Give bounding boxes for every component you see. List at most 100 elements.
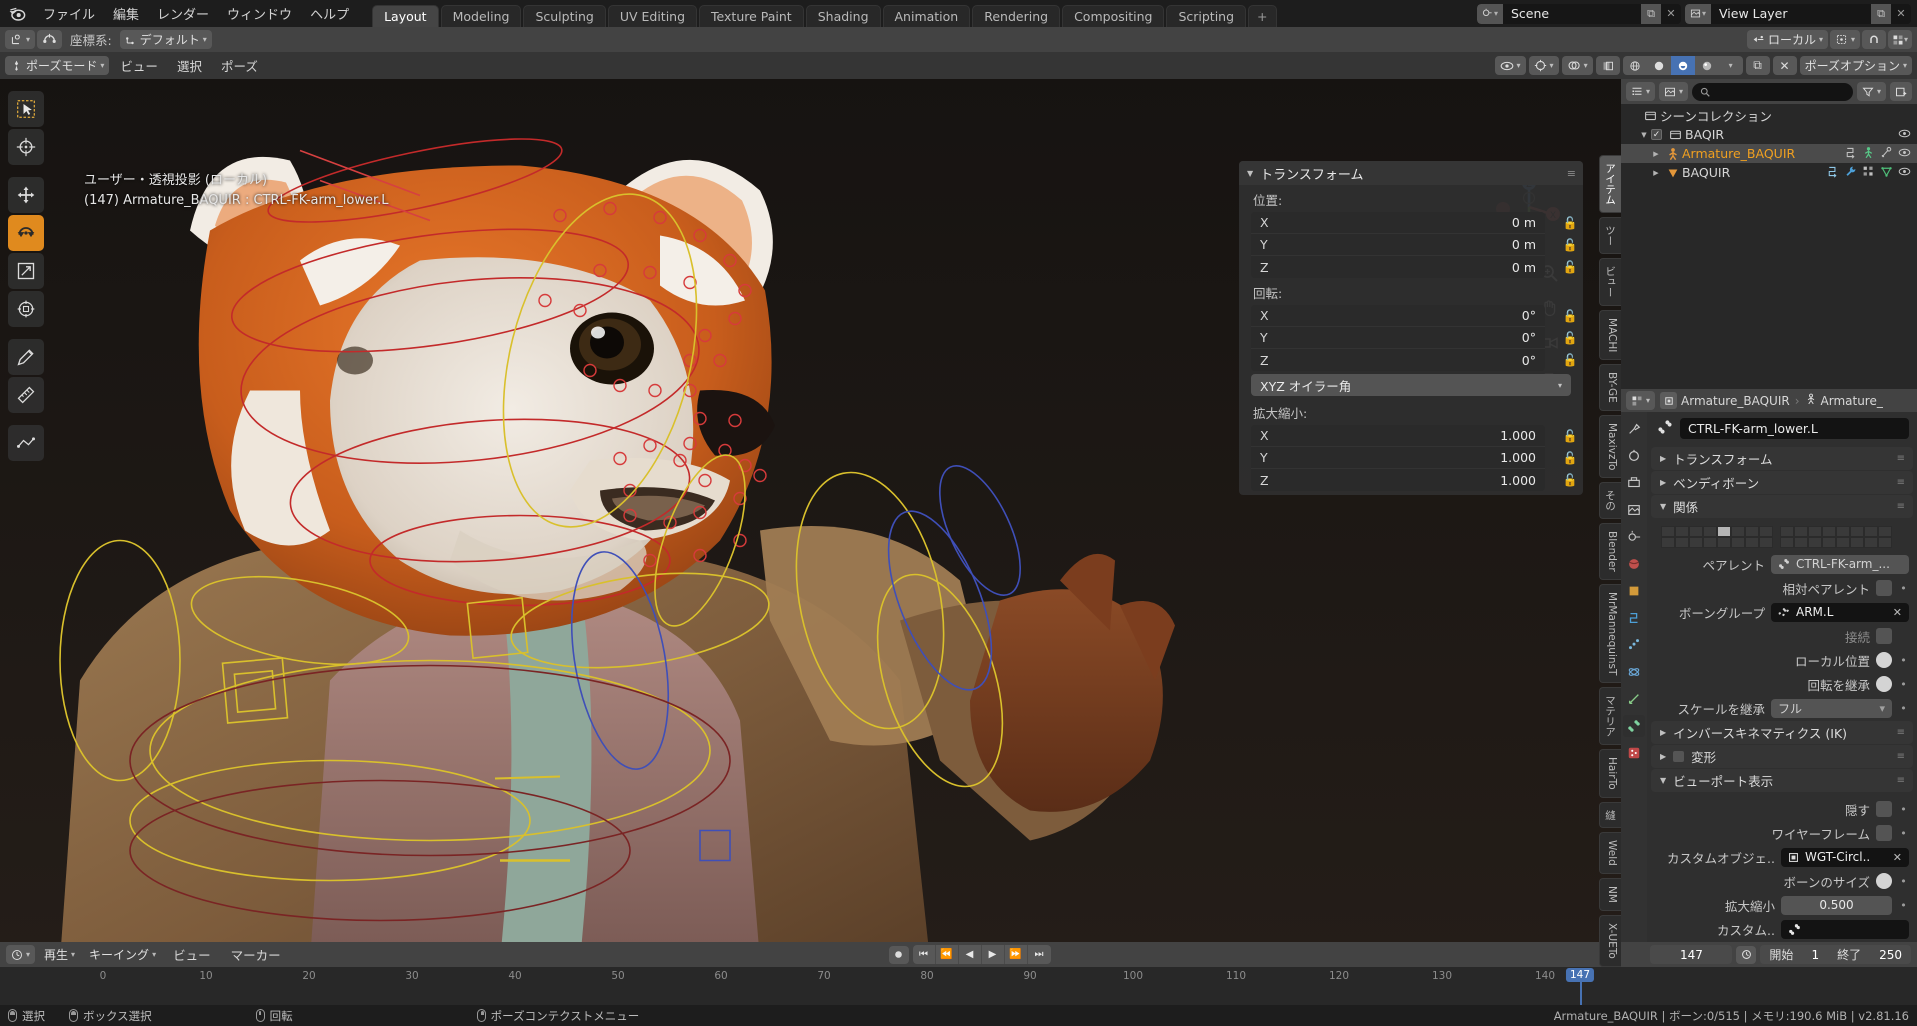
pose-copy-icon[interactable]: ⧉ <box>1745 56 1770 75</box>
lock-scale-z-icon[interactable]: 🔓 <box>1557 469 1583 491</box>
custom-object-field[interactable]: WGT-Circl.. ✕ <box>1781 847 1909 867</box>
bone-layer-cell[interactable] <box>1745 537 1759 549</box>
bone-layer-cell-active[interactable] <box>1717 526 1731 538</box>
scale-z-field[interactable]: Z 1.000 <box>1251 469 1545 491</box>
properties-tab-world[interactable] <box>1623 553 1645 575</box>
deform-checkbox[interactable] <box>1673 751 1685 763</box>
properties-tab-constraints[interactable] <box>1623 688 1645 710</box>
shading-mode-group[interactable]: ▾ <box>1622 56 1743 75</box>
jump-to-end-button[interactable]: ⏭ <box>1028 945 1051 964</box>
clear-bone-group-icon[interactable]: ✕ <box>1893 606 1902 619</box>
bone-layer-cell[interactable] <box>1794 537 1808 549</box>
bone-layer-cell[interactable] <box>1745 526 1759 538</box>
bone-layer-cell[interactable] <box>1836 537 1850 549</box>
workspace-tab-rendering[interactable]: Rendering <box>972 5 1061 27</box>
bone-layer-cell[interactable] <box>1780 537 1794 549</box>
outliner-row-mesh[interactable]: ▶ BAQUIR <box>1621 163 1917 182</box>
outliner-row-scene-collection[interactable]: シーンコレクション <box>1621 106 1917 125</box>
n-tab-weld[interactable]: Weld <box>1599 832 1621 875</box>
expand-triangle-icon[interactable]: ▶ <box>1660 752 1666 761</box>
n-tab-material[interactable]: マテリア <box>1599 687 1621 746</box>
timeline-editor-type-dropdown[interactable]: ▾ <box>6 945 36 964</box>
n-tab-maxivzto[interactable]: MaxivzTo <box>1599 414 1621 479</box>
bone-name-input[interactable]: CTRL-FK-arm_lower.L <box>1680 418 1909 440</box>
lock-rotation-y-icon[interactable]: 🔓 <box>1557 327 1583 349</box>
delete-view-layer-button[interactable]: ✕ <box>1891 4 1911 24</box>
parent-field[interactable]: CTRL-FK-arm_... <box>1771 554 1909 574</box>
bone-layer-cell[interactable] <box>1780 526 1794 538</box>
tool-transform[interactable] <box>8 291 44 327</box>
section-relations[interactable]: ▼ 関係 ≡ <box>1651 495 1913 519</box>
timeline-ruler[interactable]: 0 10 20 30 40 50 60 70 80 90 100 110 120… <box>0 967 1917 1005</box>
workspace-tab-modeling[interactable]: Modeling <box>440 5 522 27</box>
expand-triangle-icon[interactable]: ▶ <box>1660 454 1666 463</box>
rotation-mode-dropdown[interactable]: XYZ オイラー角 ▾ <box>1251 374 1571 396</box>
bone-layer-cell[interactable] <box>1661 537 1675 549</box>
n-tab-hairto[interactable]: HairTo <box>1599 749 1621 798</box>
bone-layer-cell[interactable] <box>1675 537 1689 549</box>
workspace-tab-scripting[interactable]: Scripting <box>1166 5 1247 27</box>
properties-tab-particles[interactable] <box>1623 634 1645 656</box>
tool-scale[interactable] <box>8 253 44 289</box>
orientation-dropdown[interactable]: デフォルト ▾ <box>119 30 212 49</box>
properties-tab-modifiers[interactable] <box>1623 607 1645 629</box>
viewport-menu-pose[interactable]: ポーズ <box>213 56 266 75</box>
snap-magnet-icon[interactable] <box>1862 30 1886 49</box>
bone-layer-cell[interactable] <box>1717 537 1731 549</box>
outliner-tree[interactable]: シーンコレクション ▼ ✓ BAQIR ▶ Armature_BAQUIR ▶ … <box>1621 104 1917 389</box>
animate-property-dot-icon[interactable]: • <box>1898 827 1909 840</box>
rotation-x-field[interactable]: X 0° <box>1251 305 1545 327</box>
lock-scale-y-icon[interactable]: 🔓 <box>1557 447 1583 469</box>
animate-property-dot-icon[interactable]: • <box>1898 678 1909 691</box>
section-ik[interactable]: ▶ インバースキネマティクス (IK) ≡ <box>1651 721 1913 745</box>
add-workspace-button[interactable]: + <box>1248 5 1277 27</box>
n-tab-byge[interactable]: BY-GE <box>1599 363 1621 411</box>
mesh-data-icon[interactable] <box>1880 165 1893 181</box>
collapse-triangle-icon[interactable]: ▼ <box>1247 169 1253 178</box>
bone-layers-grid-left[interactable] <box>1661 526 1773 549</box>
rotation-z-field[interactable]: Z 0° <box>1251 349 1545 371</box>
custom-scale-input[interactable]: 0.500 <box>1781 895 1892 915</box>
properties-tab-bone[interactable] <box>1623 715 1645 738</box>
current-frame-input[interactable]: 147 <box>1650 945 1733 964</box>
snap-rotation-button[interactable] <box>37 30 63 49</box>
bone-layer-cell[interactable] <box>1689 537 1703 549</box>
bone-layer-cell[interactable] <box>1850 526 1864 538</box>
properties-tab-render[interactable] <box>1623 445 1645 467</box>
section-deform[interactable]: ▶ 変形 ≡ <box>1651 745 1913 769</box>
scale-y-field[interactable]: Y 1.000 <box>1251 447 1545 469</box>
pose-mode-icon[interactable] <box>1862 146 1875 162</box>
animate-property-dot-icon[interactable]: • <box>1898 654 1909 667</box>
rotation-y-field[interactable]: Y 0° <box>1251 327 1545 349</box>
menu-render[interactable]: レンダー <box>148 0 218 27</box>
shading-material-icon[interactable] <box>1670 56 1695 75</box>
bone-layer-cell[interactable] <box>1836 526 1850 538</box>
end-frame-value[interactable]: 250 <box>1870 948 1911 962</box>
bone-size-checkbox[interactable] <box>1876 873 1892 890</box>
n-tab-mrmannequins[interactable]: MrMannequinsT <box>1599 583 1621 684</box>
inherit-scale-dropdown[interactable]: フル ▾ <box>1771 698 1892 718</box>
n-tab-machi[interactable]: MACHI <box>1599 309 1621 360</box>
connected-checkbox[interactable] <box>1876 628 1892 645</box>
bone-layer-cell[interactable] <box>1822 537 1836 549</box>
properties-tab-output[interactable] <box>1623 472 1645 494</box>
lock-rotation-z-icon[interactable]: 🔓 <box>1557 349 1583 371</box>
animate-property-dot-icon[interactable]: • <box>1898 582 1909 595</box>
jump-to-start-button[interactable]: ⏮ <box>913 945 936 964</box>
timeline-menu-marker[interactable]: マーカー <box>223 945 289 964</box>
outliner-new-collection-button[interactable] <box>1890 82 1912 101</box>
location-x-field[interactable]: X 0 m <box>1251 212 1545 234</box>
bone-layer-cell[interactable] <box>1822 526 1836 538</box>
keying-dropdown[interactable]: キーイング ▾ <box>84 945 161 964</box>
expand-triangle-icon[interactable]: ▶ <box>1660 478 1666 487</box>
animate-property-dot-icon[interactable]: • <box>1898 702 1909 715</box>
outliner-row-armature[interactable]: ▶ Armature_BAQUIR <box>1621 144 1917 163</box>
section-bendy-bones[interactable]: ▶ ベンディボーン ≡ <box>1651 471 1913 495</box>
bone-group-field[interactable]: ARM.L ✕ <box>1771 602 1909 622</box>
modifier-icon[interactable] <box>1826 165 1839 181</box>
workspace-tab-animation[interactable]: Animation <box>882 5 971 27</box>
bone-layer-cell[interactable] <box>1864 537 1878 549</box>
n-tab-sono[interactable]: その <box>1599 482 1621 520</box>
animate-property-dot-icon[interactable]: • <box>1898 803 1909 816</box>
vertex-group-icon[interactable] <box>1862 165 1875 181</box>
